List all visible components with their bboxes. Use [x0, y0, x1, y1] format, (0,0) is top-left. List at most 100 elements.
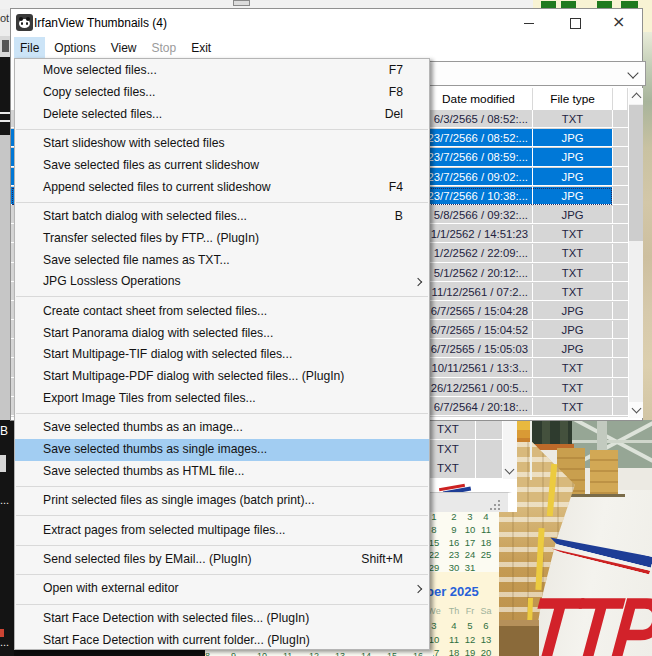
- cell-date-modified: 10/11/2561 / 13:3...: [425, 359, 533, 377]
- cell-file-type: TXT: [533, 359, 613, 377]
- cell-date-modified: 26/12/2561 / 00:5...: [425, 379, 533, 397]
- menubar-item-exit[interactable]: Exit: [185, 37, 217, 59]
- calendar-day-fragment: 11: [283, 651, 292, 656]
- calendar-day[interactable]: 25: [477, 549, 495, 560]
- menu-item-label: Create contact sheet from selected files…: [43, 304, 267, 318]
- menu-item-label: JPG Lossless Operations: [43, 274, 181, 288]
- irfanview-app-icon: [16, 14, 33, 31]
- scroll-down-icon[interactable]: [504, 464, 516, 476]
- background-file-row: TXT: [425, 420, 502, 440]
- menu-item[interactable]: Print selected files as single images (b…: [15, 490, 429, 512]
- calendar-day-header: Sa: [477, 606, 495, 616]
- menu-item[interactable]: Save selected thumbs as HTML file...: [15, 461, 429, 483]
- calendar-day-fragment: 13: [335, 651, 345, 656]
- menu-item-label: Extract pages from selected multipage fi…: [43, 523, 286, 537]
- menu-item[interactable]: Append selected files to current slidesh…: [15, 177, 429, 199]
- menu-item-label: Save selected files as current slideshow: [43, 158, 259, 172]
- menubar-item-view[interactable]: View: [105, 37, 143, 59]
- column-header-empty: [613, 88, 628, 110]
- title-bar[interactable]: IrfanView Thumbnails (4) ×: [11, 9, 642, 37]
- calendar-day-fragment: 10: [257, 651, 267, 656]
- resize-grip[interactable]: [488, 498, 500, 510]
- menu-bar: FileOptionsViewStopExit: [11, 37, 642, 59]
- cell-date-modified: 23/7/2566 / 08:52:...: [425, 129, 533, 147]
- menubar-item-options[interactable]: Options: [48, 37, 101, 59]
- menu-item[interactable]: Save selected file names as TXT...: [15, 250, 429, 272]
- menu-item-label: Start Face Detection with selected files…: [43, 611, 309, 625]
- menu-item[interactable]: Start Multipage-TIF dialog with selected…: [15, 344, 429, 366]
- photo-truss-bar: [572, 440, 652, 443]
- calendar-day[interactable]: 4: [477, 512, 495, 522]
- calendar-day[interactable]: 11: [477, 524, 495, 535]
- menu-separator: [15, 125, 429, 133]
- menu-item[interactable]: Send selected files by EMail... (PlugIn)…: [15, 549, 429, 571]
- menu-item-label: Save selected thumbs as single images...: [43, 442, 267, 456]
- maximize-button[interactable]: [552, 9, 598, 37]
- menu-item-label: Start batch dialog with selected files..…: [43, 209, 247, 223]
- menu-item-label: Copy selected files...: [43, 85, 155, 99]
- menu-item[interactable]: Delete selected files...Del: [15, 104, 429, 126]
- menu-item[interactable]: Start slideshow with selected files: [15, 133, 429, 155]
- menu-item-shortcut: Del: [385, 104, 403, 126]
- column-header-date-modified[interactable]: Date modified: [425, 88, 533, 110]
- cell-date-modified: 6/3/2565 / 08:52:...: [425, 110, 533, 128]
- menu-item[interactable]: Copy selected files...F8: [15, 82, 429, 104]
- scroll-up-button[interactable]: [629, 88, 643, 104]
- menu-item[interactable]: Open with external editor: [15, 578, 429, 600]
- scroll-down-button[interactable]: [629, 402, 643, 418]
- calendar-day[interactable]: 6: [477, 620, 495, 631]
- green-letter-fragment: [561, 1, 576, 8]
- scrollbar-thumb[interactable]: [629, 105, 643, 241]
- cell-date-modified: 23/7/2566 / 09:02:...: [425, 168, 533, 186]
- cell-file-type: JPG: [533, 302, 613, 320]
- cell-file-type: JPG: [533, 148, 613, 166]
- submenu-arrow-icon: [414, 278, 422, 286]
- menu-item[interactable]: Save selected thumbs as single images...: [15, 439, 429, 461]
- calendar-day[interactable]: 31: [461, 562, 479, 573]
- calendar-widget: ber 2025 1234891011151617182223242529303…: [425, 512, 499, 656]
- menu-item[interactable]: Transfer selected files by FTP... (PlugI…: [15, 228, 429, 250]
- calendar-day-fragment: 16: [413, 651, 423, 656]
- cell-file-type: TXT: [533, 264, 613, 282]
- column-header-file-type[interactable]: File type: [533, 88, 613, 110]
- menu-item[interactable]: Start batch dialog with selected files..…: [15, 206, 429, 228]
- menubar-item-file[interactable]: File: [14, 37, 45, 59]
- minimize-button[interactable]: [506, 9, 552, 37]
- menubar-item-stop[interactable]: Stop: [146, 37, 183, 59]
- menu-item[interactable]: Create contact sheet from selected files…: [15, 301, 429, 323]
- background-text-fragment: ...: [0, 494, 10, 508]
- menu-item-label: Open with external editor: [43, 581, 179, 595]
- menu-item-label: Save selected thumbs as HTML file...: [43, 464, 244, 478]
- menu-item[interactable]: Save selected files as current slideshow: [15, 155, 429, 177]
- vertical-scrollbar[interactable]: [628, 88, 643, 418]
- menu-separator: [15, 293, 429, 301]
- menu-item[interactable]: JPG Lossless Operations: [15, 271, 429, 293]
- menu-item-shortcut: B: [395, 206, 403, 228]
- submenu-arrow-icon: [414, 585, 422, 593]
- menu-item[interactable]: Start Face Detection with current folder…: [15, 630, 429, 652]
- menu-item[interactable]: Start Multipage-PDF dialog with selected…: [15, 366, 429, 388]
- menu-item-label: Start Multipage-TIF dialog with selected…: [43, 347, 292, 361]
- close-button[interactable]: ×: [598, 9, 644, 37]
- menu-item-label: Save selected thumbs as an image...: [43, 420, 243, 434]
- menu-item[interactable]: Start Panorama dialog with selected file…: [15, 323, 429, 345]
- calendar-day[interactable]: 18: [477, 537, 495, 548]
- calendar-day[interactable]: 13: [477, 634, 495, 645]
- calendar-day[interactable]: 20: [477, 647, 495, 656]
- menu-separator: [15, 512, 429, 520]
- cell-file-type: JPG: [533, 206, 613, 224]
- menu-item[interactable]: Start Face Detection with selected files…: [15, 608, 429, 630]
- menu-item[interactable]: Extract pages from selected multipage fi…: [15, 520, 429, 542]
- menu-separator: [15, 410, 429, 418]
- green-letter-fragment: [621, 1, 638, 8]
- menu-item-label: Start Face Detection with current folder…: [43, 633, 310, 647]
- menu-item[interactable]: Save selected thumbs as an image...: [15, 417, 429, 439]
- calendar-day-fragment: 15: [387, 651, 397, 656]
- menu-item[interactable]: Export Image Tiles from selected files..…: [15, 388, 429, 410]
- photo-boxes: [590, 450, 618, 496]
- cell-date-modified: 1/2/2562 / 22:09:...: [425, 244, 533, 262]
- menu-item[interactable]: Move selected files...F7: [15, 60, 429, 82]
- cell-date-modified: 6/7/2565 / 15:05:03: [425, 340, 533, 358]
- background-file-list-window: TXTTXTTXT: [425, 420, 517, 512]
- background-text-fragment: ot: [0, 12, 10, 28]
